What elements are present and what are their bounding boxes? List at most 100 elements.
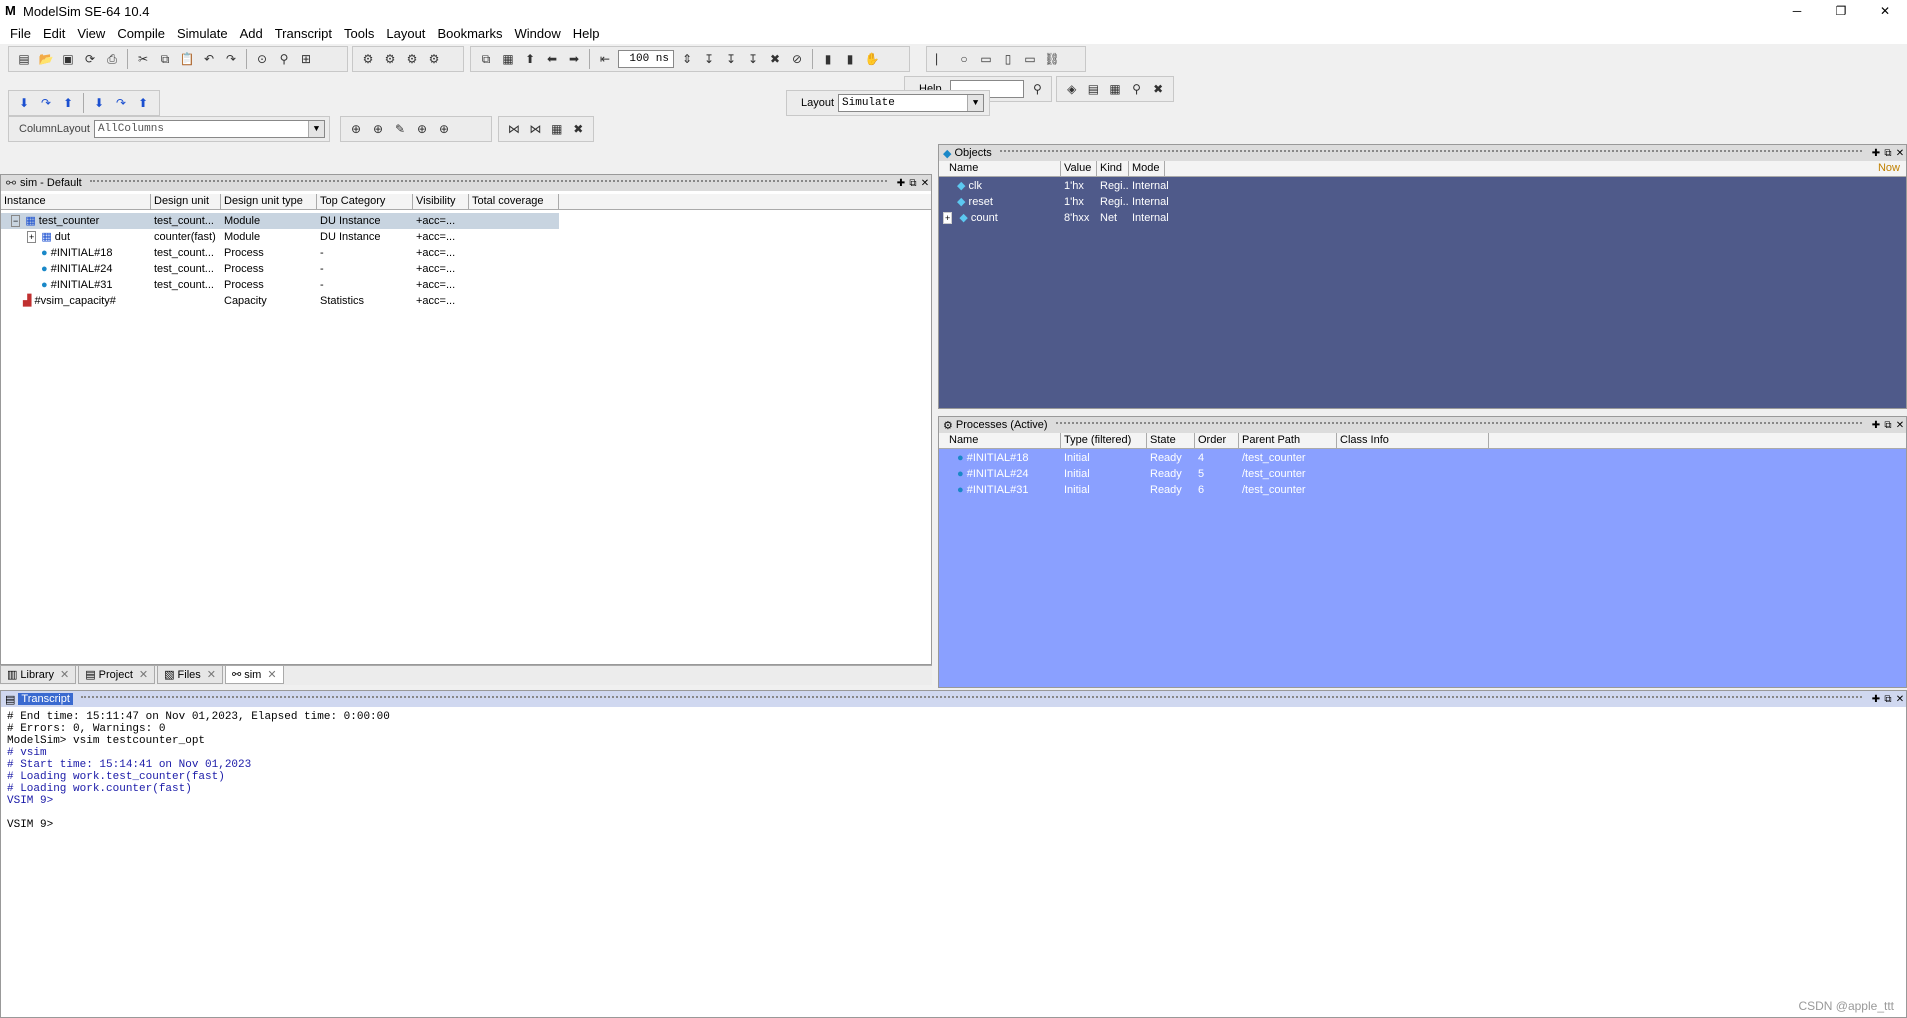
memory-icon[interactable]: ▮ (841, 50, 859, 68)
layout-select[interactable]: Simulate ▼ (838, 94, 985, 112)
run-all-icon[interactable]: ↧ (744, 50, 762, 68)
table-row[interactable]: − ▦ test_counter test_count... Module DU… (1, 213, 559, 229)
continue-icon[interactable]: ↧ (722, 50, 740, 68)
maximize-pane-icon[interactable]: ✚ (895, 178, 907, 189)
layers-icon[interactable]: ◈ (1063, 80, 1081, 98)
step-o-icon[interactable]: ○ (955, 50, 973, 68)
add-wave-icon[interactable]: ⧉ (477, 50, 495, 68)
expand-icon[interactable]: + (27, 231, 37, 243)
stop-icon[interactable]: ⊘ (788, 50, 806, 68)
col-kind[interactable]: Kind (1097, 161, 1129, 176)
tab-files[interactable]: ▧ Files ✕ (157, 666, 223, 684)
restart-icon[interactable]: ⇤ (596, 50, 614, 68)
dataflow-icon[interactable]: ▦ (499, 50, 517, 68)
undock-pane-icon[interactable]: ⧉ (1882, 420, 1894, 431)
collapse-icon[interactable]: ⋈ (527, 120, 545, 138)
undo-icon[interactable]: ↶ (200, 50, 218, 68)
transcript-prompt[interactable]: VSIM 9> (7, 819, 60, 831)
copy-icon[interactable]: ⧉ (156, 50, 174, 68)
col-state[interactable]: State (1147, 433, 1195, 448)
maximize-pane-icon[interactable]: ✚ (1870, 148, 1882, 159)
table-row[interactable]: ◆ reset 1'hx Regi... Internal (939, 194, 1189, 210)
spinner-icon[interactable]: ⇕ (678, 50, 696, 68)
step-bracket-icon[interactable]: ▯ (999, 50, 1017, 68)
restore-button[interactable]: ❐ (1819, 0, 1863, 22)
add-to-dataflow-icon[interactable]: ⊕ (413, 120, 431, 138)
menu-transcript[interactable]: Transcript (269, 26, 338, 41)
pane-grip[interactable] (89, 180, 887, 186)
step-over-icon[interactable]: ↷ (37, 94, 55, 112)
table-row[interactable]: ● #INITIAL#18 test_count... Process - +a… (1, 245, 469, 261)
add-to-wave-icon[interactable]: ⊕ (347, 120, 365, 138)
col-design-unit-type[interactable]: Design unit type (221, 194, 317, 209)
col-class-info[interactable]: Class Info (1337, 433, 1489, 448)
close-doc-icon[interactable]: ✖ (1149, 80, 1167, 98)
collapse-icon[interactable]: − (11, 215, 21, 227)
col-parent-path[interactable]: Parent Path (1239, 433, 1337, 448)
col-value[interactable]: Value (1061, 161, 1097, 176)
undock-pane-icon[interactable]: ⧉ (907, 178, 919, 189)
table-row[interactable]: ● #INITIAL#24 Initial Ready 5 /test_coun… (939, 466, 1337, 482)
now-label[interactable]: Now (1165, 161, 1906, 176)
memory-view-icon[interactable]: ▦ (548, 120, 566, 138)
break-icon[interactable]: ⚙ (425, 50, 443, 68)
search-list-icon[interactable]: ⚲ (1128, 80, 1146, 98)
binoculars-icon[interactable]: ⚲ (275, 50, 293, 68)
tab-project[interactable]: ▤ Project ✕ (78, 666, 156, 684)
hand-icon[interactable]: ✋ (863, 50, 881, 68)
menu-bookmarks[interactable]: Bookmarks (431, 26, 508, 41)
close-tab-icon[interactable]: ✕ (60, 668, 69, 681)
col-total-coverage[interactable]: Total coverage (469, 194, 559, 209)
table-row[interactable]: + ◆ count 8'hxx Net Internal (939, 210, 1189, 226)
back-arrow-icon[interactable]: ⬅ (543, 50, 561, 68)
table-row[interactable]: ▟ #vsim_capacity# Capacity Statistics +a… (1, 293, 469, 309)
compile-icon[interactable]: ⚙ (359, 50, 377, 68)
chevron-down-icon[interactable]: ▼ (967, 95, 984, 111)
menu-add[interactable]: Add (234, 26, 269, 41)
maximize-pane-icon[interactable]: ✚ (1870, 420, 1882, 431)
step-into-current-icon[interactable]: ⬇ (90, 94, 108, 112)
add-to-schematic-icon[interactable]: ⊕ (435, 120, 453, 138)
minimize-button[interactable]: ─ (1775, 0, 1819, 22)
step-over-current-icon[interactable]: ↷ (112, 94, 130, 112)
col-type[interactable]: Type (filtered) (1061, 433, 1147, 448)
step-all-icon[interactable]: ▭ (1021, 50, 1039, 68)
redo-icon[interactable]: ↷ (222, 50, 240, 68)
expand-icon[interactable]: + (943, 212, 953, 224)
transcript-pane[interactable]: ▤ Transcript ✚ ⧉ ✕ # End time: 15:11:47 … (0, 690, 1907, 1018)
new-file-icon[interactable]: ▤ (15, 50, 33, 68)
column-layout-select[interactable]: AllColumns ▼ (93, 120, 325, 138)
maximize-pane-icon[interactable]: ✚ (1870, 694, 1882, 705)
undock-pane-icon[interactable]: ⧉ (1882, 148, 1894, 159)
table-row[interactable]: ● #INITIAL#31 test_count... Process - +a… (1, 277, 469, 293)
run-icon[interactable]: ↧ (700, 50, 718, 68)
pane-grip[interactable] (999, 150, 1862, 156)
print-icon[interactable]: ⎙ (103, 50, 121, 68)
add-to-log-icon[interactable]: ✎ (391, 120, 409, 138)
menu-layout[interactable]: Layout (380, 26, 431, 41)
close-tab-icon[interactable]: ✕ (207, 668, 216, 681)
col-instance[interactable]: Instance (1, 194, 151, 209)
close-tab-icon[interactable]: ✕ (267, 668, 276, 681)
help-search-icon[interactable]: ⚲ (1030, 80, 1045, 98)
close-pane-icon[interactable]: ✕ (1894, 694, 1906, 705)
add-to-list-icon[interactable]: ⊕ (369, 120, 387, 138)
doc-icon[interactable]: ▤ (1085, 80, 1103, 98)
menu-compile[interactable]: Compile (111, 26, 171, 41)
menu-tools[interactable]: Tools (338, 26, 380, 41)
table-row[interactable]: ● #INITIAL#18 Initial Ready 4 /test_coun… (939, 450, 1337, 466)
link-icon[interactable]: ⛓ (1043, 50, 1061, 68)
table-row[interactable]: ◆ clk 1'hx Regi... Internal (939, 178, 1189, 194)
clear-icon[interactable]: ✖ (570, 120, 588, 138)
close-pane-icon[interactable]: ✕ (1894, 420, 1906, 431)
menu-edit[interactable]: Edit (37, 26, 71, 41)
cut-icon[interactable]: ✂ (134, 50, 152, 68)
table-row[interactable]: ● #INITIAL#31 Initial Ready 6 /test_coun… (939, 482, 1337, 498)
menu-simulate[interactable]: Simulate (171, 26, 234, 41)
calendar-icon[interactable]: ▦ (1106, 80, 1124, 98)
pane-grip[interactable] (1055, 422, 1862, 428)
pane-grip[interactable] (80, 696, 1862, 702)
forward-arrow-icon[interactable]: ➡ (565, 50, 583, 68)
compile-all-icon[interactable]: ⚙ (381, 50, 399, 68)
table-row[interactable]: + ▦ dut counter(fast) Module DU Instance… (1, 229, 469, 245)
